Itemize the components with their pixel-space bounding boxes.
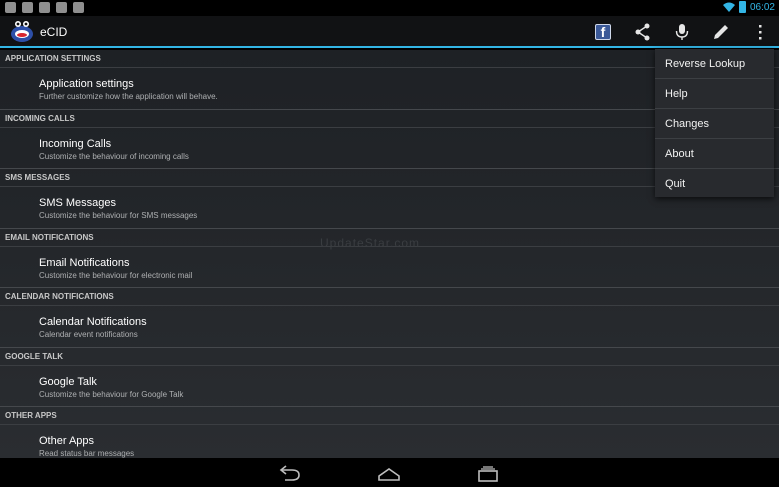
mail-notification-icon	[22, 2, 33, 13]
pref-summary: Read status bar messages	[39, 449, 135, 458]
pref-google-talk[interactable]: Google Talk Customize the behaviour for …	[0, 366, 779, 407]
menu-item-reverse-lookup[interactable]: Reverse Lookup	[655, 49, 774, 79]
pencil-icon[interactable]	[711, 22, 731, 42]
share-icon[interactable]	[633, 22, 653, 42]
ecid-logo-icon[interactable]	[10, 19, 34, 43]
pref-title: Google Talk	[39, 375, 97, 388]
overflow-menu-icon[interactable]	[750, 22, 770, 42]
pref-summary: Customize the behaviour for Google Talk	[39, 389, 184, 399]
pref-other-apps[interactable]: Other Apps Read status bar messages	[0, 425, 779, 458]
pref-title: Email Notifications	[39, 256, 130, 269]
menu-item-about[interactable]: About	[655, 139, 774, 169]
cat-notification-icon	[56, 2, 67, 13]
section-header-calendar-notifications: CALENDAR NOTIFICATIONS	[0, 288, 779, 306]
pref-title: Other Apps	[39, 435, 95, 447]
menu-item-quit[interactable]: Quit	[655, 169, 774, 199]
status-bar: 06:02	[0, 0, 779, 16]
notification-icons	[5, 2, 84, 13]
pref-title: Calendar Notifications	[39, 316, 147, 328]
menu-item-changes[interactable]: Changes	[655, 109, 774, 139]
wifi-icon	[722, 2, 735, 12]
back-icon[interactable]	[278, 464, 302, 482]
watermark: UpdateStar.com	[320, 236, 421, 250]
overflow-menu: Reverse Lookup Help Changes About Quit	[655, 49, 774, 197]
microphone-icon[interactable]	[672, 22, 692, 42]
pref-summary: Customize the behaviour for electronic m…	[39, 270, 193, 280]
navigation-bar	[0, 458, 779, 487]
app-notification-icon	[5, 2, 16, 13]
section-header-google-talk: GOOGLE TALK	[0, 348, 779, 366]
recents-icon[interactable]	[476, 464, 500, 482]
briefcase-notification-icon	[73, 2, 84, 13]
action-bar: eCID f	[0, 16, 779, 48]
pref-calendar-notifications[interactable]: Calendar Notifications Calendar event no…	[0, 306, 779, 348]
battery-icon	[738, 1, 746, 13]
home-icon[interactable]	[377, 464, 401, 482]
app-title: eCID	[40, 25, 68, 39]
gmail-notification-icon	[39, 2, 50, 13]
status-clock: 06:02	[749, 1, 775, 13]
pref-email-notifications[interactable]: Email Notifications Customize the behavi…	[0, 247, 779, 288]
menu-item-help[interactable]: Help	[655, 79, 774, 109]
section-header-other-apps: OTHER APPS	[0, 407, 779, 425]
facebook-icon[interactable]: f	[595, 24, 611, 40]
pref-summary: Customize the behaviour for SMS messages	[39, 211, 198, 220]
pref-summary: Calendar event notifications	[39, 330, 138, 339]
